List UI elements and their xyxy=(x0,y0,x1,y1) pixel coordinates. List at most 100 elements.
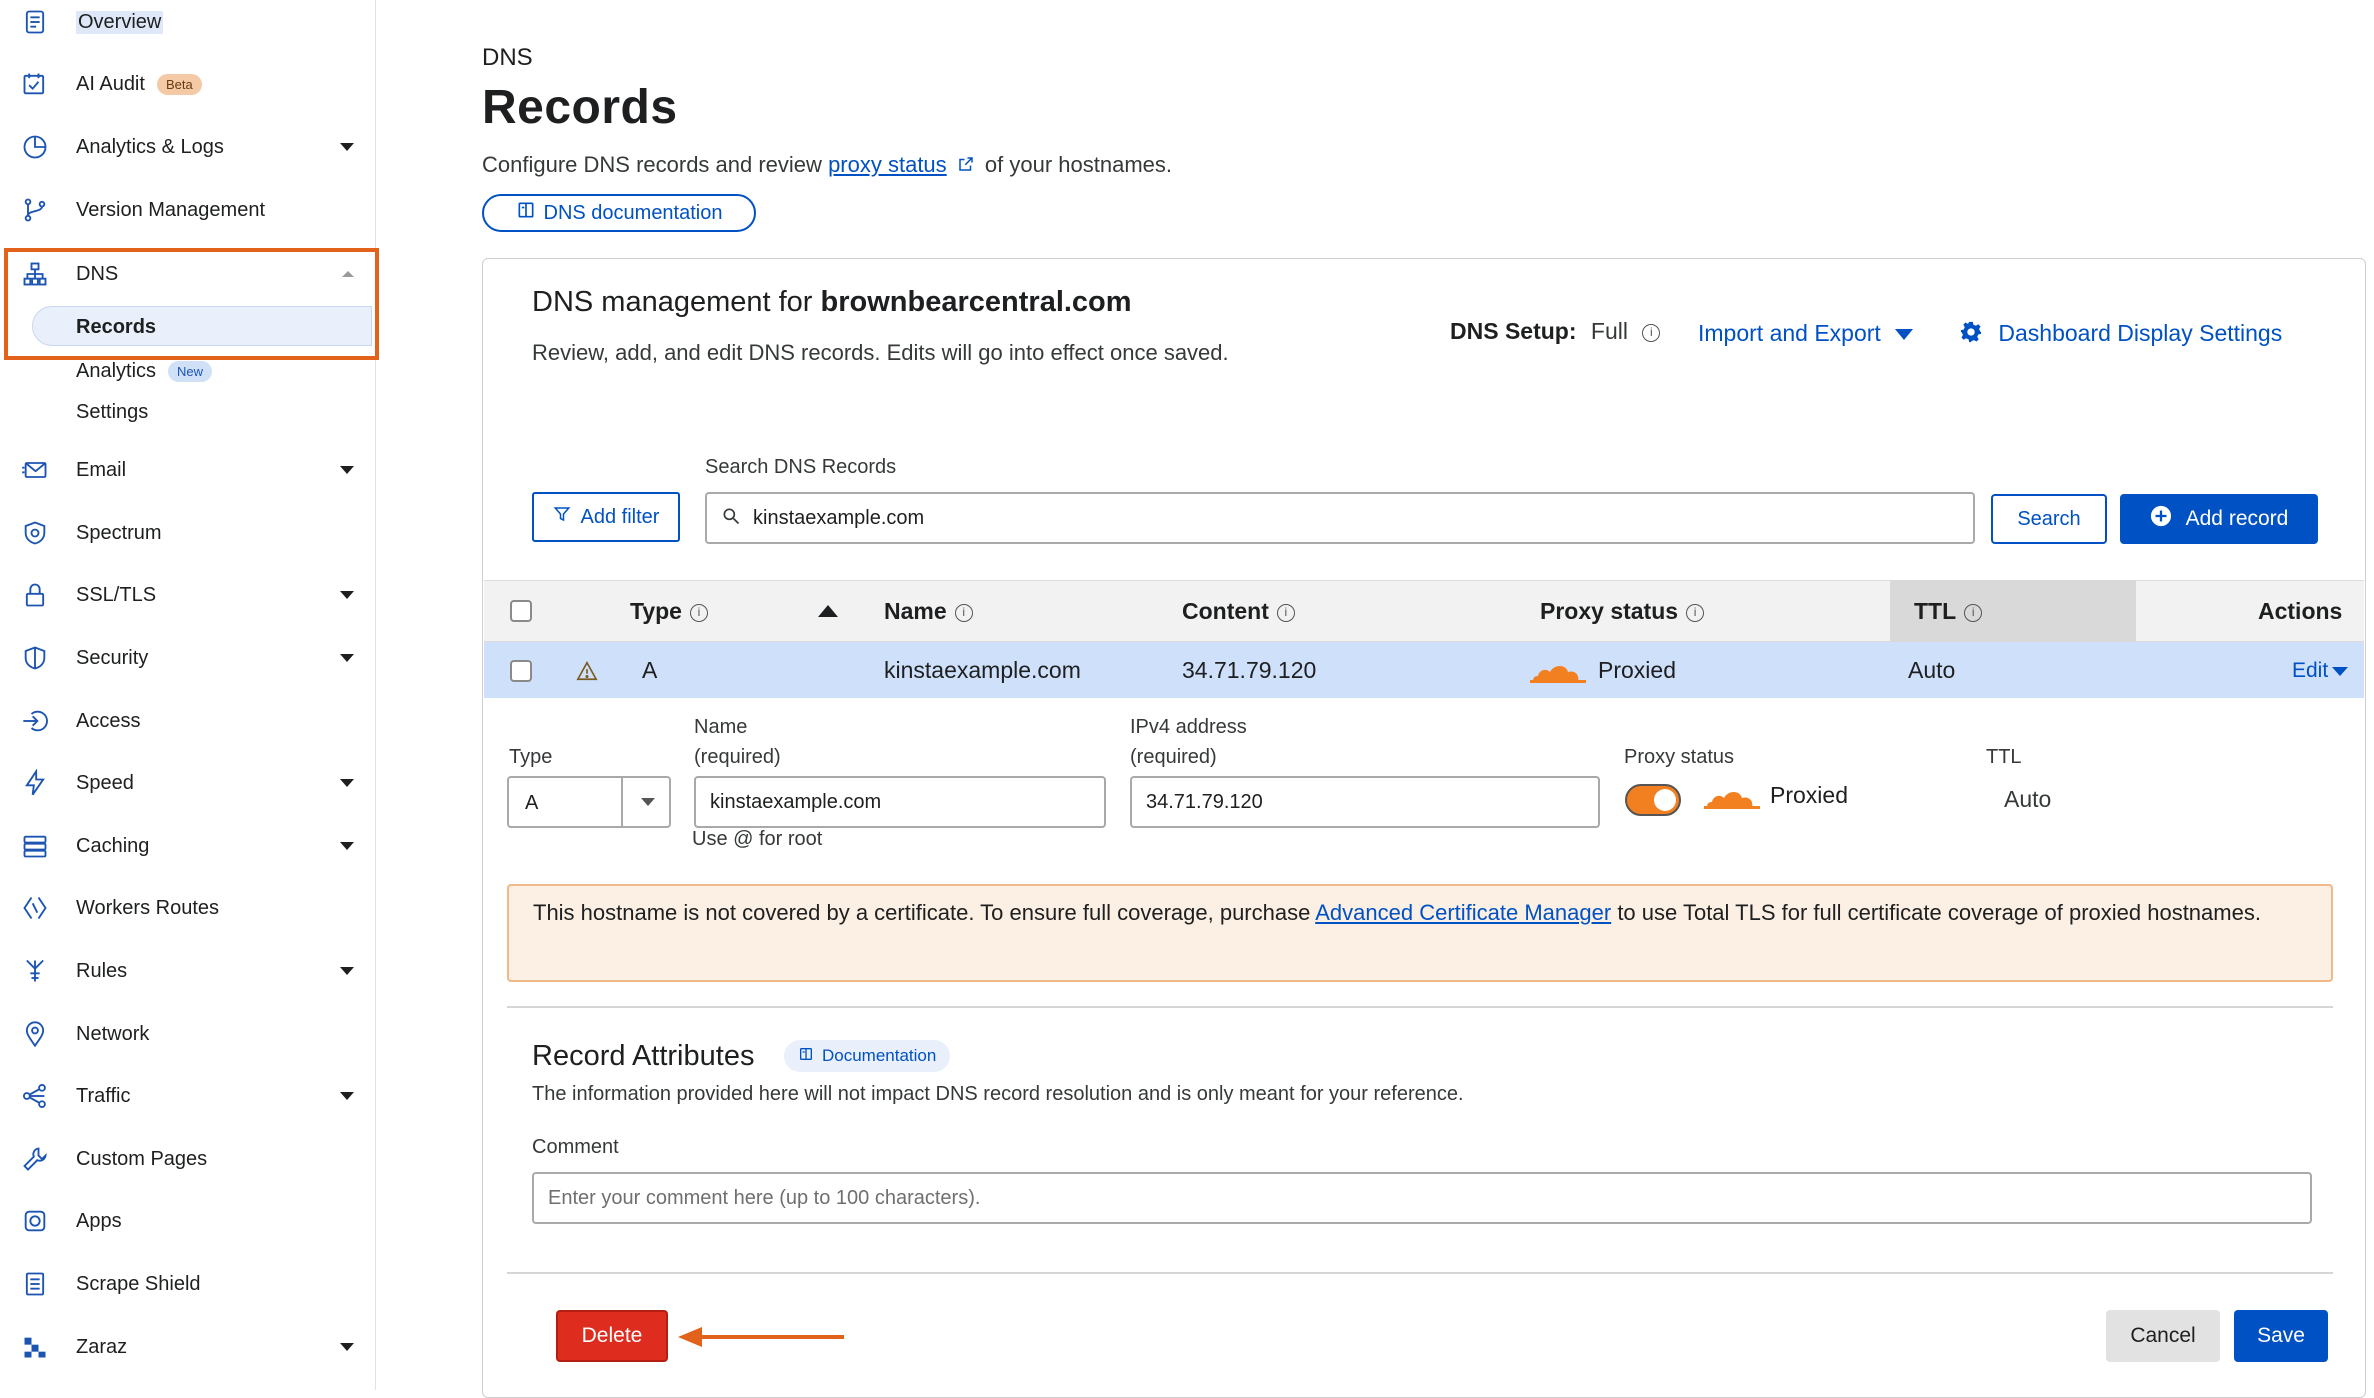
location-pin-icon xyxy=(20,1019,50,1049)
comment-input[interactable] xyxy=(532,1172,2312,1224)
title-prefix: DNS management for xyxy=(532,286,813,318)
sidebar-item-ai-audit[interactable]: AI Audit Beta xyxy=(0,64,376,104)
add-filter-button[interactable]: Add filter xyxy=(532,492,680,542)
info-icon[interactable]: i xyxy=(954,603,973,622)
cloud-icon xyxy=(1530,658,1586,691)
sidebar-item-version-management[interactable]: Version Management xyxy=(0,190,376,230)
sort-ascending-icon[interactable] xyxy=(818,605,838,617)
advanced-certificate-manager-link[interactable]: Advanced Certificate Manager xyxy=(1315,900,1611,925)
chevron-down-icon xyxy=(340,967,354,975)
chevron-down-icon xyxy=(340,1092,354,1100)
sidebar: Overview AI Audit Beta Analytics & Logs V… xyxy=(0,0,379,1390)
search-field[interactable] xyxy=(705,492,1975,544)
ttl-value: Auto xyxy=(2004,786,2052,812)
row-content: 34.71.79.120 xyxy=(1182,657,1317,683)
proxy-status-link[interactable]: proxy status xyxy=(828,152,947,177)
sidebar-item-security[interactable]: Security xyxy=(0,638,376,678)
sidebar-subitem-analytics[interactable]: Analytics New xyxy=(76,360,213,383)
sidebar-item-zaraz[interactable]: Zaraz xyxy=(0,1327,376,1367)
record-attributes-description: The information provided here will not i… xyxy=(532,1083,1464,1105)
search-button[interactable]: Search xyxy=(1991,494,2107,544)
cancel-button[interactable]: Cancel xyxy=(2106,1310,2220,1362)
proxy-status-toggle[interactable] xyxy=(1625,784,1681,816)
sidebar-item-label: Workers Routes xyxy=(76,896,220,919)
add-record-button[interactable]: Add record xyxy=(2120,494,2318,544)
name-hint: Use @ for root xyxy=(692,828,823,850)
proxy-status-label: Proxy status xyxy=(1624,746,1735,768)
column-header-actions: Actions xyxy=(2258,598,2343,624)
search-input[interactable] xyxy=(751,505,1901,531)
column-header-type[interactable]: Type i xyxy=(630,598,708,625)
sidebar-item-label: DNS xyxy=(76,262,119,285)
column-label: TTL xyxy=(1914,598,1957,624)
info-icon[interactable]: i xyxy=(1964,603,1983,622)
branch-icon xyxy=(20,195,50,225)
sidebar-item-label: Security xyxy=(76,646,149,669)
sidebar-item-custom-pages[interactable]: Custom Pages xyxy=(0,1139,376,1179)
sidebar-item-overview[interactable]: Overview xyxy=(0,2,376,42)
caret-down-icon xyxy=(2332,666,2349,676)
edit-dropdown[interactable]: Edit xyxy=(2292,659,2349,683)
sidebar-item-traffic[interactable]: Traffic xyxy=(0,1076,376,1116)
documentation-label: Documentation xyxy=(822,1046,937,1065)
sidebar-item-apps[interactable]: Apps xyxy=(0,1201,376,1241)
save-button[interactable]: Save xyxy=(2234,1310,2328,1362)
document-icon xyxy=(20,7,50,37)
import-export-dropdown[interactable]: Import and Export xyxy=(1698,320,1913,347)
ipv4-label: IPv4 address (required) xyxy=(1130,712,1247,772)
sidebar-item-ssl-tls[interactable]: SSL/TLS xyxy=(0,575,376,615)
external-link-icon[interactable] xyxy=(957,153,975,179)
sidebar-item-email[interactable]: Email xyxy=(0,450,376,490)
select-all-checkbox[interactable] xyxy=(510,600,532,622)
sidebar-item-dns[interactable]: DNS xyxy=(0,254,376,294)
warning-triangle-icon xyxy=(576,660,598,687)
lightning-icon xyxy=(20,768,50,798)
dns-documentation-button[interactable]: DNS documentation xyxy=(482,194,756,232)
arrow-left-annotation-icon xyxy=(678,1327,844,1347)
table-row[interactable] xyxy=(484,642,2364,698)
sidebar-subitem-records[interactable]: Records xyxy=(76,316,156,339)
chevron-down-icon xyxy=(340,466,354,474)
documentation-link[interactable]: Documentation xyxy=(784,1040,951,1072)
sidebar-item-label: SSL/TLS xyxy=(76,583,157,606)
sidebar-item-speed[interactable]: Speed xyxy=(0,763,376,803)
warning-text: This hostname is not covered by a certif… xyxy=(533,900,1311,925)
gear-icon xyxy=(1960,321,1982,349)
divider xyxy=(507,1272,2333,1274)
delete-button[interactable]: Delete xyxy=(556,1310,668,1362)
info-icon[interactable]: i xyxy=(1686,603,1705,622)
search-label: Search DNS Records xyxy=(705,456,897,478)
row-checkbox[interactable] xyxy=(510,660,532,682)
sidebar-item-analytics-logs[interactable]: Analytics & Logs xyxy=(0,127,376,167)
sidebar-item-label: Analytics & Logs xyxy=(76,135,224,158)
sidebar-item-scrape-shield[interactable]: Scrape Shield xyxy=(0,1264,376,1304)
type-select[interactable]: A xyxy=(507,776,671,828)
info-icon[interactable]: i xyxy=(689,603,708,622)
info-icon[interactable]: i xyxy=(1642,323,1661,342)
chevron-down-icon xyxy=(340,842,354,850)
dns-setup-status: DNS Setup: Full i xyxy=(1450,318,1661,345)
network-tree-icon xyxy=(20,259,50,289)
info-icon[interactable]: i xyxy=(1276,603,1295,622)
sidebar-item-network[interactable]: Network xyxy=(0,1014,376,1054)
sidebar-item-access[interactable]: Access xyxy=(0,701,376,741)
ipv4-input[interactable] xyxy=(1130,776,1600,828)
select-divider xyxy=(621,778,623,826)
sidebar-item-caching[interactable]: Caching xyxy=(0,826,376,866)
book-icon xyxy=(516,200,536,226)
sidebar-item-rules[interactable]: Rules xyxy=(0,951,376,991)
sidebar-item-workers-routes[interactable]: Workers Routes xyxy=(0,888,376,928)
row-proxy-status: Proxied xyxy=(1598,657,1676,683)
column-header-ttl[interactable]: TTL i xyxy=(1914,598,1983,625)
new-badge: New xyxy=(168,361,213,383)
sidebar-item-spectrum[interactable]: Spectrum xyxy=(0,513,376,553)
sidebar-subitem-settings[interactable]: Settings xyxy=(76,401,148,424)
name-input[interactable] xyxy=(694,776,1106,828)
sidebar-item-label: Speed xyxy=(76,771,134,794)
column-label: Type xyxy=(630,598,682,624)
column-header-content[interactable]: Content i xyxy=(1182,598,1295,625)
column-header-proxy-status[interactable]: Proxy status i xyxy=(1540,598,1705,625)
column-header-name[interactable]: Name i xyxy=(884,598,973,625)
dashboard-display-settings-link[interactable]: Dashboard Display Settings xyxy=(1960,320,2282,349)
add-filter-label: Add filter xyxy=(580,505,660,528)
